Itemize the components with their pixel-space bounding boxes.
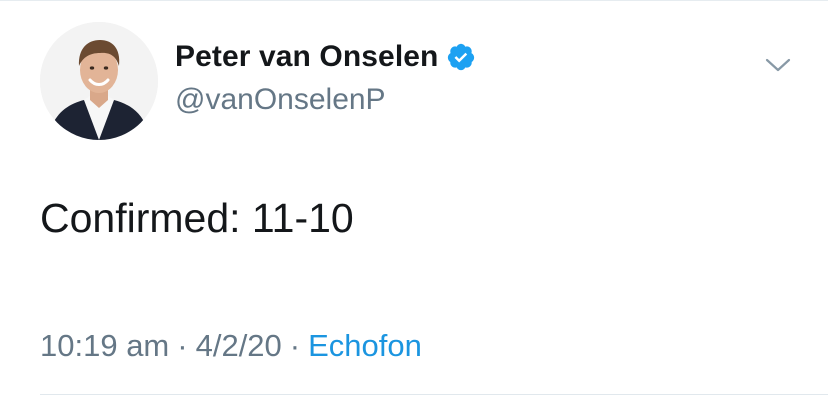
- tweet-card: Peter van Onselen @vanOnselenP Confirmed…: [0, 0, 828, 401]
- tweet-meta: 10:19 am · 4/2/20 · Echofon: [40, 328, 422, 364]
- bottom-divider: [40, 394, 828, 395]
- verified-badge-icon: [446, 42, 476, 72]
- tweet-time[interactable]: 10:19 am: [40, 328, 169, 363]
- profile-photo-icon: [40, 22, 158, 140]
- tweet-menu-button[interactable]: [764, 56, 792, 74]
- tweet-source-link[interactable]: Echofon: [308, 328, 422, 363]
- author-display-name[interactable]: Peter van Onselen: [175, 40, 438, 74]
- tweet-date[interactable]: 4/2/20: [196, 328, 282, 363]
- chevron-down-icon: [765, 58, 791, 72]
- author-handle[interactable]: @vanOnselenP: [175, 83, 386, 117]
- avatar[interactable]: [40, 22, 158, 140]
- tweet-text: Confirmed: 11-10: [40, 195, 354, 241]
- author-name-row[interactable]: Peter van Onselen: [175, 40, 476, 74]
- meta-separator: ·: [177, 328, 188, 363]
- meta-separator: ·: [289, 328, 301, 363]
